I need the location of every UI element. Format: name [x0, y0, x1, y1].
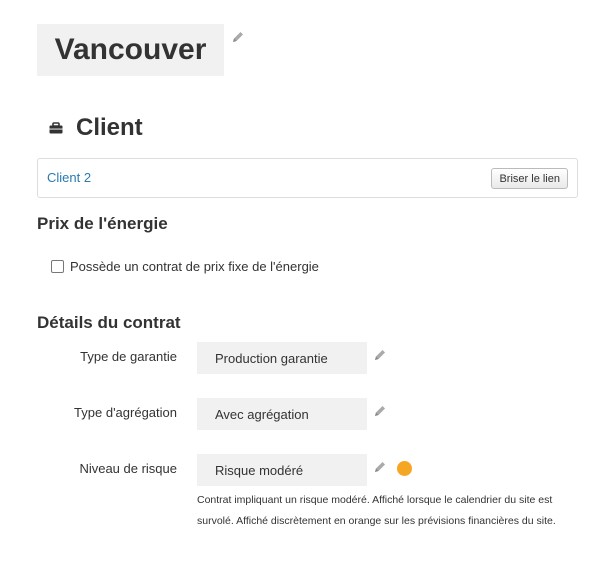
contract-details-heading: Détails du contrat	[37, 313, 181, 332]
aggregation-type-label: Type d'agrégation	[74, 405, 177, 420]
client-section-heading: Client	[48, 114, 143, 142]
aggregation-type-value[interactable]: Avec agrégation	[197, 398, 367, 430]
energy-price-heading: Prix de l'énergie	[37, 214, 168, 233]
fixed-price-checkbox-label[interactable]: Possède un contrat de prix fixe de l'éne…	[70, 259, 319, 274]
risk-description: Contrat impliquant un risque modéré. Aff…	[197, 494, 556, 527]
page-title-text: Vancouver	[54, 33, 207, 66]
client-heading-text: Client	[76, 114, 143, 141]
briefcase-icon	[48, 120, 64, 136]
risk-indicator-dot	[397, 461, 412, 476]
page-title: Vancouver	[37, 24, 224, 76]
guarantee-type-label: Type de garantie	[80, 349, 177, 364]
risk-level-value[interactable]: Risque modéré	[197, 454, 367, 486]
client-panel: Client 2 Briser le lien	[37, 158, 578, 198]
guarantee-type-value[interactable]: Production garantie	[197, 342, 367, 374]
edit-title-pencil-icon[interactable]	[231, 30, 245, 44]
edit-guarantee-pencil-icon[interactable]	[373, 348, 387, 362]
risk-level-label: Niveau de risque	[79, 461, 177, 476]
edit-aggregation-pencil-icon[interactable]	[373, 404, 387, 418]
client-link[interactable]: Client 2	[47, 170, 91, 185]
edit-risk-pencil-icon[interactable]	[373, 460, 387, 474]
fixed-price-checkbox[interactable]	[51, 260, 64, 273]
fixed-price-checkbox-row[interactable]: Possède un contrat de prix fixe de l'éne…	[51, 259, 319, 274]
unlink-button[interactable]: Briser le lien	[491, 168, 568, 189]
